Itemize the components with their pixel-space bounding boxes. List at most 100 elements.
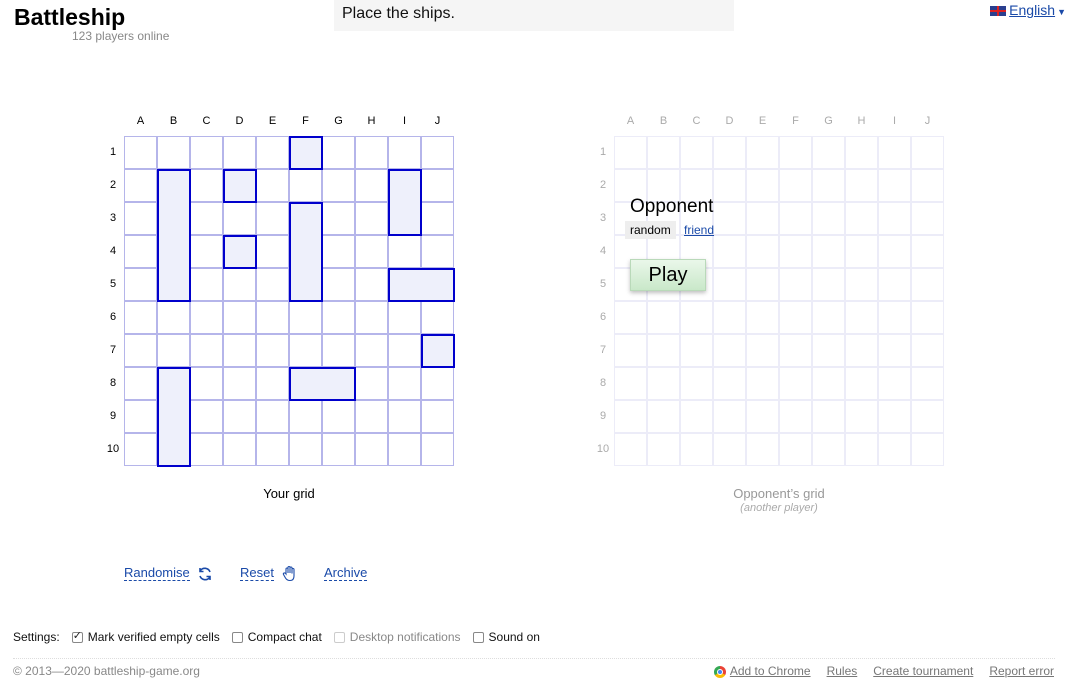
grid-cell[interactable] [256, 268, 289, 301]
settings-option[interactable]: Sound on [472, 630, 540, 644]
grid-cell[interactable] [812, 202, 845, 235]
grid-cell[interactable] [647, 400, 680, 433]
ship[interactable] [388, 169, 422, 236]
grid-cell[interactable] [845, 169, 878, 202]
grid-cell[interactable] [680, 400, 713, 433]
grid-cell[interactable] [322, 202, 355, 235]
grid-cell[interactable] [190, 301, 223, 334]
grid-cell[interactable] [746, 301, 779, 334]
grid-cell[interactable] [256, 136, 289, 169]
grid-cell[interactable] [746, 367, 779, 400]
settings-checkbox[interactable] [472, 631, 484, 643]
grid-cell[interactable] [223, 433, 256, 466]
grid-cell[interactable] [779, 268, 812, 301]
grid-cell[interactable] [223, 367, 256, 400]
grid-cell[interactable] [190, 268, 223, 301]
grid-cell[interactable] [713, 169, 746, 202]
grid-cell[interactable] [911, 400, 944, 433]
grid-cell[interactable] [779, 400, 812, 433]
grid-cell[interactable] [223, 400, 256, 433]
grid-cell[interactable] [713, 136, 746, 169]
rules-link[interactable]: Rules [827, 664, 858, 678]
grid-cell[interactable] [911, 235, 944, 268]
opponent-random-option[interactable]: random [625, 221, 676, 239]
grid-cell[interactable] [845, 400, 878, 433]
grid-cell[interactable] [223, 301, 256, 334]
grid-cell[interactable] [614, 433, 647, 466]
grid-cell[interactable] [680, 367, 713, 400]
grid-cell[interactable] [713, 268, 746, 301]
grid-cell[interactable] [421, 400, 454, 433]
grid-cell[interactable] [614, 301, 647, 334]
grid-cell[interactable] [322, 433, 355, 466]
grid-cell[interactable] [878, 169, 911, 202]
grid-cell[interactable] [713, 400, 746, 433]
grid-cell[interactable] [911, 136, 944, 169]
grid-cell[interactable] [256, 367, 289, 400]
grid-cell[interactable] [713, 202, 746, 235]
grid-cell[interactable] [911, 268, 944, 301]
grid-cell[interactable] [713, 235, 746, 268]
grid-cell[interactable] [812, 301, 845, 334]
grid-cell[interactable] [421, 367, 454, 400]
grid-cell[interactable] [322, 301, 355, 334]
ship[interactable] [289, 367, 356, 401]
grid-cell[interactable] [878, 268, 911, 301]
grid-cell[interactable] [779, 301, 812, 334]
grid-cell[interactable] [878, 367, 911, 400]
settings-option[interactable]: Mark verified empty cells [71, 629, 220, 644]
grid-cell[interactable] [388, 367, 421, 400]
grid-cell[interactable] [223, 268, 256, 301]
grid-cell[interactable] [355, 433, 388, 466]
grid-cell[interactable] [124, 169, 157, 202]
grid-cell[interactable] [911, 334, 944, 367]
grid-cell[interactable] [713, 433, 746, 466]
grid-cell[interactable] [124, 400, 157, 433]
settings-checkbox[interactable] [231, 631, 243, 643]
grid-cell[interactable] [190, 202, 223, 235]
grid-cell[interactable] [911, 202, 944, 235]
grid-cell[interactable] [647, 334, 680, 367]
ship[interactable] [388, 268, 455, 302]
grid-cell[interactable] [256, 334, 289, 367]
grid-cell[interactable] [190, 367, 223, 400]
grid-cell[interactable] [746, 202, 779, 235]
grid-cell[interactable] [190, 400, 223, 433]
grid-cell[interactable] [388, 235, 421, 268]
grid-cell[interactable] [355, 235, 388, 268]
grid-cell[interactable] [124, 268, 157, 301]
ship[interactable] [289, 202, 323, 302]
language-selector[interactable]: English ▼ [990, 2, 1066, 18]
ship[interactable] [157, 367, 191, 467]
play-button[interactable]: Play [630, 259, 706, 291]
grid-cell[interactable] [680, 334, 713, 367]
grid-cell[interactable] [614, 367, 647, 400]
grid-cell[interactable] [388, 136, 421, 169]
grid-cell[interactable] [713, 334, 746, 367]
grid-cell[interactable] [322, 136, 355, 169]
report-error-link[interactable]: Report error [989, 664, 1054, 678]
grid-cell[interactable] [647, 301, 680, 334]
grid-cell[interactable] [614, 400, 647, 433]
grid-cell[interactable] [256, 169, 289, 202]
archive-link[interactable]: Archive [324, 565, 368, 581]
grid-cell[interactable] [421, 235, 454, 268]
grid-cell[interactable] [190, 169, 223, 202]
opponent-friend-link[interactable]: friend [684, 223, 714, 237]
ship[interactable] [223, 235, 257, 269]
grid-cell[interactable] [779, 367, 812, 400]
grid-cell[interactable] [322, 268, 355, 301]
create-tournament-link[interactable]: Create tournament [873, 664, 973, 678]
grid-cell[interactable] [878, 301, 911, 334]
grid-cell[interactable] [355, 400, 388, 433]
grid-cell[interactable] [124, 301, 157, 334]
grid-cell[interactable] [124, 334, 157, 367]
grid-cell[interactable] [746, 169, 779, 202]
grid-cell[interactable] [124, 367, 157, 400]
grid-cell[interactable] [878, 136, 911, 169]
grid-cell[interactable] [911, 301, 944, 334]
grid-cell[interactable] [190, 433, 223, 466]
grid-cell[interactable] [322, 235, 355, 268]
grid-cell[interactable] [845, 202, 878, 235]
grid-cell[interactable] [911, 169, 944, 202]
